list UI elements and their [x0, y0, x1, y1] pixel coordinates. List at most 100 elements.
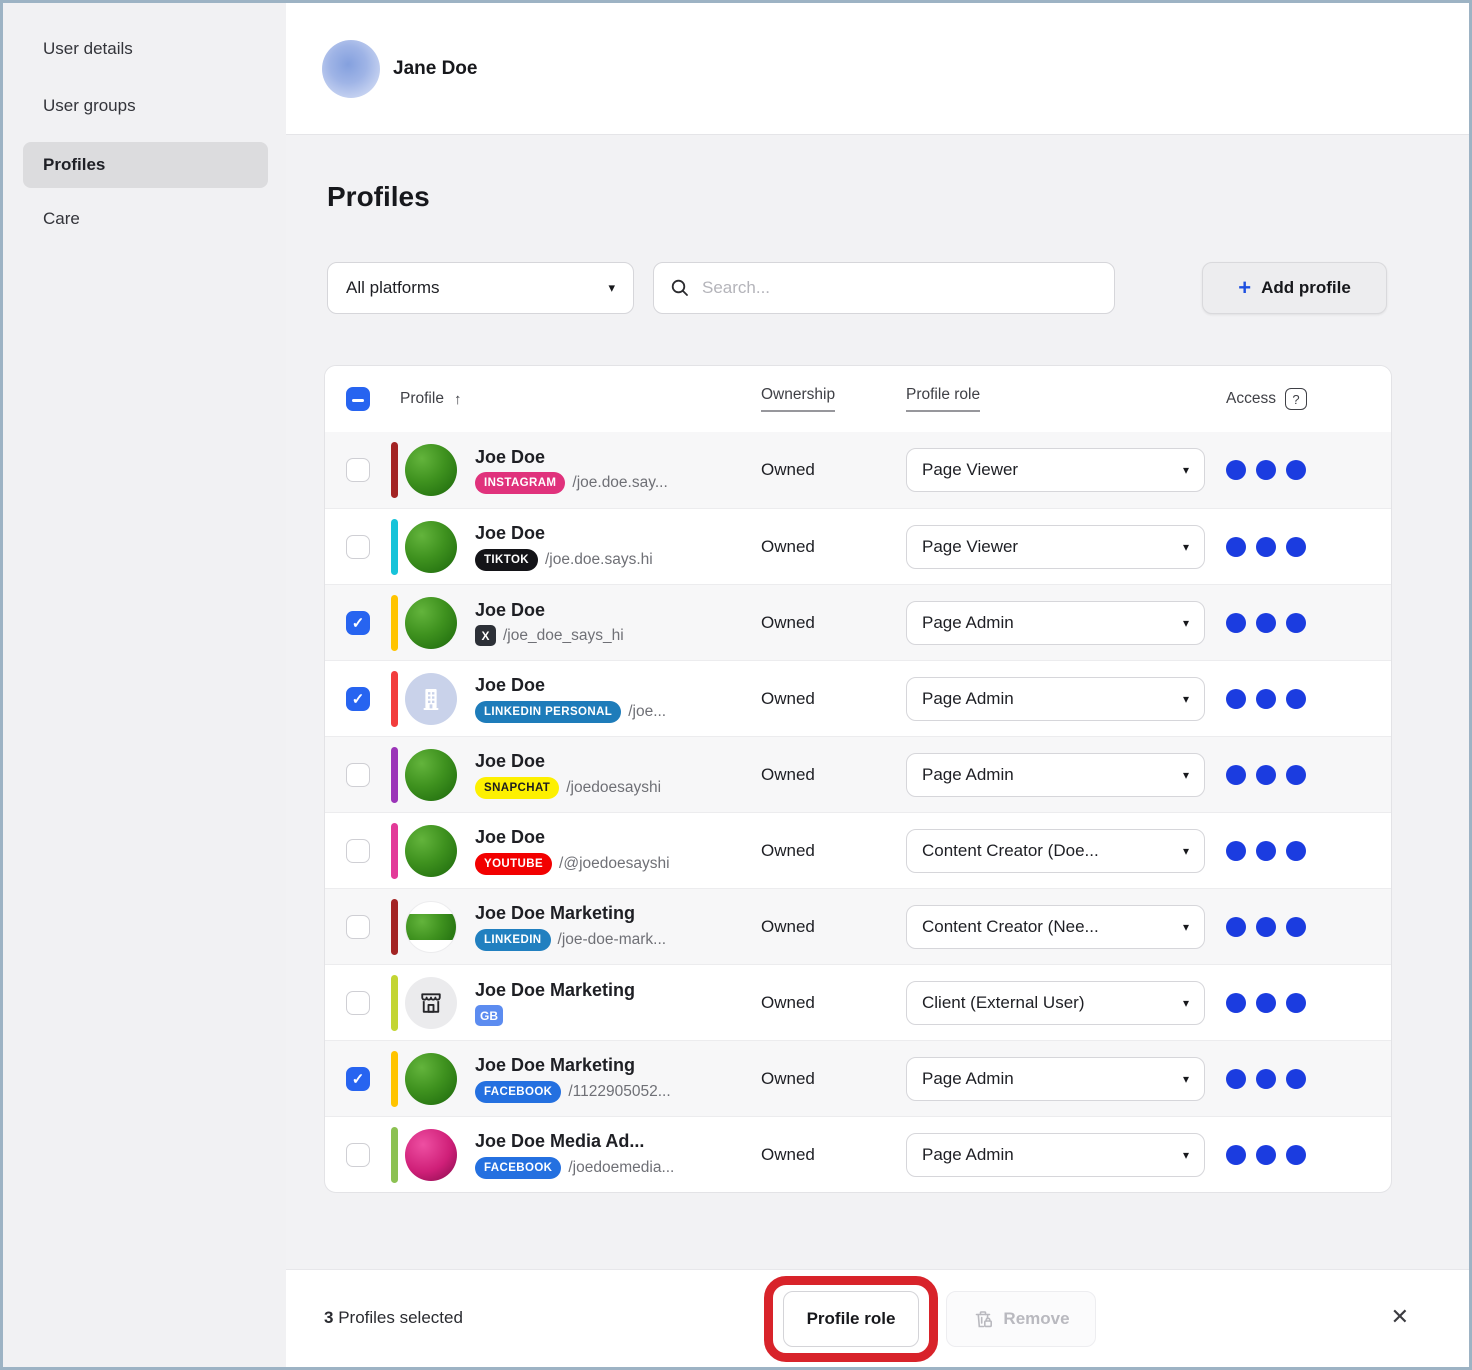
profile-role-button[interactable]: Profile role — [783, 1291, 919, 1347]
row-checkbox[interactable] — [346, 839, 370, 863]
profile-name: Joe Doe Media Ad... — [475, 1130, 674, 1153]
search-box[interactable] — [653, 262, 1115, 314]
platform-badge: LINKEDIN PERSONAL — [475, 701, 621, 723]
remove-button[interactable]: Remove — [946, 1291, 1096, 1347]
user-header: Jane Doe — [286, 3, 1469, 135]
ownership-value: Owned — [761, 613, 906, 633]
row-checkbox[interactable] — [346, 991, 370, 1015]
access-dot — [1226, 1145, 1246, 1165]
profile-handle: /joedoesayshi — [566, 779, 661, 797]
profile-role-value: Content Creator (Nee... — [922, 917, 1099, 937]
access-dot — [1256, 841, 1276, 861]
profiles-table: Profile ↑ Ownership Profile role Access … — [324, 365, 1392, 1193]
profile-avatar — [405, 444, 457, 496]
profile-role-dropdown[interactable]: Page Admin ▾ — [906, 677, 1205, 721]
profile-avatar — [405, 749, 457, 801]
sidebar-item-profiles[interactable]: Profiles — [23, 142, 268, 188]
platform-filter-dropdown[interactable]: All platforms ▾ — [327, 262, 634, 314]
profile-avatar — [405, 1129, 457, 1181]
profile-handle: /joe.doe.say... — [572, 474, 667, 492]
search-input[interactable] — [702, 278, 1098, 298]
access-dot — [1226, 537, 1246, 557]
ownership-value: Owned — [761, 1069, 906, 1089]
profile-role-dropdown[interactable]: Content Creator (Doe... ▾ — [906, 829, 1205, 873]
caret-down-icon: ▾ — [1183, 463, 1189, 477]
table-row: Joe Doe INSTAGRAM /joe.doe.say... Owned … — [325, 432, 1391, 508]
platform-filter-value: All platforms — [346, 278, 440, 298]
page-title: Profiles — [327, 181, 430, 213]
caret-down-icon: ▾ — [1183, 1148, 1189, 1162]
profile-role-dropdown[interactable]: Page Viewer ▾ — [906, 448, 1205, 492]
profile-role-dropdown[interactable]: Client (External User) ▾ — [906, 981, 1205, 1025]
platform-badge: FACEBOOK — [475, 1081, 561, 1103]
column-header-ownership[interactable]: Ownership — [761, 386, 835, 412]
profile-avatar — [405, 1053, 457, 1105]
row-checkbox[interactable] — [346, 763, 370, 787]
profile-role-value: Page Admin — [922, 1069, 1014, 1089]
sidebar-item-user-groups[interactable]: User groups — [43, 96, 136, 116]
selection-footer: 3 Profiles selected Profile role Remove … — [286, 1269, 1469, 1367]
table-row: Joe Doe Marketing GB Owned Client (Exter… — [325, 964, 1391, 1040]
help-icon[interactable]: ? — [1285, 388, 1307, 410]
profile-handle: /joe... — [628, 703, 666, 721]
access-dot — [1256, 689, 1276, 709]
access-dot — [1286, 689, 1306, 709]
profile-avatar — [405, 977, 457, 1029]
main-content: Profiles All platforms ▾ + Add profile P… — [286, 135, 1469, 1269]
profile-role-value: Page Admin — [922, 765, 1014, 785]
profile-role-dropdown[interactable]: Page Admin ▾ — [906, 753, 1205, 797]
caret-down-icon: ▾ — [1183, 768, 1189, 782]
profile-name: Joe Doe — [475, 446, 668, 469]
access-dot — [1256, 765, 1276, 785]
access-dot — [1256, 460, 1276, 480]
column-header-access: Access — [1226, 390, 1276, 408]
profile-role-dropdown[interactable]: Page Viewer ▾ — [906, 525, 1205, 569]
profile-color-bar — [391, 823, 398, 879]
ownership-value: Owned — [761, 765, 906, 785]
profile-handle: /1122905052... — [568, 1083, 670, 1101]
column-header-profile-role[interactable]: Profile role — [906, 386, 980, 412]
row-checkbox[interactable] — [346, 458, 370, 482]
platform-badge: GB — [475, 1005, 503, 1026]
profile-avatar — [405, 673, 457, 725]
ownership-value: Owned — [761, 917, 906, 937]
access-dots — [1226, 917, 1391, 937]
access-dot — [1286, 460, 1306, 480]
row-checkbox[interactable] — [346, 535, 370, 559]
profile-handle: /joedoemedia... — [568, 1159, 674, 1177]
profile-name: Joe Doe Marketing — [475, 902, 666, 925]
add-profile-button[interactable]: + Add profile — [1202, 262, 1387, 314]
caret-down-icon: ▾ — [1183, 540, 1189, 554]
row-checkbox[interactable] — [346, 1143, 370, 1167]
trash-lock-icon — [972, 1308, 994, 1330]
selected-label: Profiles selected — [333, 1308, 462, 1327]
profile-role-dropdown[interactable]: Page Admin ▾ — [906, 601, 1205, 645]
profile-role-dropdown[interactable]: Content Creator (Nee... ▾ — [906, 905, 1205, 949]
sidebar-item-care[interactable]: Care — [43, 209, 80, 229]
banner-image — [406, 914, 456, 940]
access-dots — [1226, 993, 1391, 1013]
caret-down-icon: ▾ — [1183, 616, 1189, 630]
ownership-value: Owned — [761, 1145, 906, 1165]
column-header-profile[interactable]: Profile — [400, 390, 444, 408]
access-dot — [1256, 917, 1276, 937]
access-dot — [1226, 841, 1246, 861]
sort-up-icon[interactable]: ↑ — [454, 391, 462, 408]
row-checkbox[interactable] — [346, 611, 370, 635]
access-dot — [1286, 841, 1306, 861]
ownership-value: Owned — [761, 689, 906, 709]
row-checkbox[interactable] — [346, 915, 370, 939]
row-checkbox[interactable] — [346, 687, 370, 711]
select-all-checkbox[interactable] — [346, 387, 370, 411]
access-dots — [1226, 460, 1391, 480]
access-dot — [1226, 917, 1246, 937]
profile-role-dropdown[interactable]: Page Admin ▾ — [906, 1133, 1205, 1177]
platform-badge: INSTAGRAM — [475, 472, 565, 494]
sidebar-item-user-details[interactable]: User details — [43, 39, 133, 59]
close-icon[interactable]: ✕ — [1391, 1304, 1409, 1330]
row-checkbox[interactable] — [346, 1067, 370, 1091]
caret-down-icon: ▾ — [1183, 920, 1189, 934]
profile-role-dropdown[interactable]: Page Admin ▾ — [906, 1057, 1205, 1101]
access-dot — [1286, 537, 1306, 557]
selected-count-text: 3 Profiles selected — [324, 1308, 463, 1328]
